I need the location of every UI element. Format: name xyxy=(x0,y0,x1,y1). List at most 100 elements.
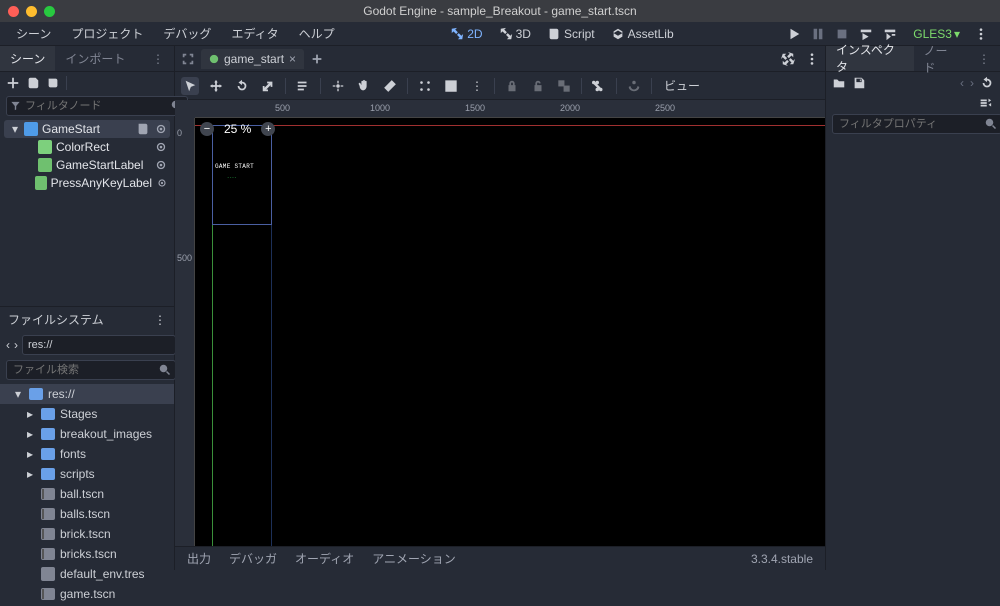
chevron-down-icon: ▾ xyxy=(954,27,960,41)
fs-item-brick-tscn[interactable]: brick.tscn xyxy=(0,524,174,544)
fs-item-fonts[interactable]: ▸fonts xyxy=(0,444,174,464)
add-node-button[interactable] xyxy=(6,76,20,90)
add-scene-tab-button[interactable] xyxy=(310,52,324,66)
scene-node-colorrect[interactable]: ColorRect xyxy=(0,138,174,156)
dock-options-icon[interactable]: ⋮ xyxy=(968,46,1000,71)
menu-project[interactable]: プロジェクト xyxy=(63,23,151,44)
file-search-input[interactable] xyxy=(6,360,176,380)
tab-node[interactable]: ノード xyxy=(914,46,969,71)
anchor-button[interactable] xyxy=(625,77,643,95)
scene-tab-game-start[interactable]: game_start × xyxy=(201,49,304,69)
attach-script-button[interactable] xyxy=(46,76,60,90)
view-menu[interactable]: ビュー xyxy=(660,77,704,94)
path-input[interactable] xyxy=(22,335,176,355)
scene-node-pressanykeylabel[interactable]: PressAnyKeyLabel xyxy=(0,174,174,192)
inspector-filter-input[interactable] xyxy=(832,114,1000,134)
grid-snap-toggle[interactable] xyxy=(442,77,460,95)
game-start-label-preview[interactable]: GAME START xyxy=(215,163,254,170)
fs-item-breakout-images[interactable]: ▸breakout_images xyxy=(0,424,174,444)
menu-debug[interactable]: デバッグ xyxy=(155,23,219,44)
workspace-2d-button[interactable]: 2D xyxy=(444,25,488,43)
close-tab-button[interactable]: × xyxy=(289,52,296,66)
distraction-free-icon[interactable] xyxy=(181,52,195,66)
menu-scene[interactable]: シーン xyxy=(8,23,59,44)
dock-options-icon[interactable]: ⋮ xyxy=(142,46,174,71)
group-button[interactable] xyxy=(555,77,573,95)
rotate-tool[interactable] xyxy=(233,77,251,95)
zoom-out-button[interactable]: − xyxy=(200,122,214,136)
workspace-3d-button[interactable]: 3D xyxy=(493,25,537,43)
game-rect-preview[interactable] xyxy=(212,125,272,225)
canvas-area[interactable]: GAME START ---- xyxy=(195,118,825,546)
fs-item-scripts[interactable]: ▸scripts xyxy=(0,464,174,484)
zoom-value[interactable]: 25 % xyxy=(224,122,251,136)
ruler-vertical: 0500 xyxy=(175,118,195,546)
pivot-tool[interactable] xyxy=(329,77,347,95)
zoom-in-button[interactable]: + xyxy=(261,122,275,136)
scene-node-gamestart[interactable]: ▾GameStart xyxy=(4,120,170,138)
stop-button[interactable] xyxy=(835,27,849,41)
scene-tree[interactable]: ▾GameStartColorRectGameStartLabelPressAn… xyxy=(0,118,174,194)
select-tool[interactable] xyxy=(181,77,199,95)
history-forward-button[interactable]: › xyxy=(970,76,974,90)
list-select-tool[interactable] xyxy=(294,77,312,95)
snap-toggle[interactable] xyxy=(416,77,434,95)
inspector-dock-tabs: インスペクタ ノード ⋮ xyxy=(826,46,1000,72)
menu-help[interactable]: ヘルプ xyxy=(291,23,343,44)
ruler-tool[interactable] xyxy=(381,77,399,95)
pan-tool[interactable] xyxy=(355,77,373,95)
tab-scene[interactable]: シーン xyxy=(0,46,55,71)
scale-tool[interactable] xyxy=(259,77,277,95)
renderer-selector[interactable]: GLES3▾ xyxy=(907,27,966,41)
scene-filter-input[interactable] xyxy=(6,96,188,116)
nav-forward-button[interactable]: › xyxy=(14,337,18,353)
history-back-button[interactable]: ‹ xyxy=(960,76,964,90)
bottom-debugger-tab[interactable]: デバッガ xyxy=(229,550,277,567)
bottom-panel: 出力 デバッガ オーディオ アニメーション 3.3.4.stable xyxy=(175,546,825,570)
play-scene-button[interactable] xyxy=(859,27,873,41)
tab-import[interactable]: インポート xyxy=(55,46,135,71)
fs-item-ball-tscn[interactable]: ball.tscn xyxy=(0,484,174,504)
open-resource-button[interactable] xyxy=(832,76,846,90)
bottom-audio-tab[interactable]: オーディオ xyxy=(295,550,354,567)
canvas-viewport[interactable]: 5001000150020002500 0500 − 25 % + GAME S… xyxy=(175,100,825,546)
fs-item-stages[interactable]: ▸Stages xyxy=(0,404,174,424)
version-label: 3.3.4.stable xyxy=(751,552,813,566)
workspace-script-button[interactable]: Script xyxy=(541,25,601,43)
menu-kebab-icon[interactable] xyxy=(974,27,988,41)
menu-editor[interactable]: エディタ xyxy=(223,23,286,44)
scene-node-gamestartlabel[interactable]: GameStartLabel xyxy=(0,156,174,174)
window-title: Godot Engine - sample_Breakout - game_st… xyxy=(0,4,1000,18)
workspace-assetlib-button[interactable]: AssetLib xyxy=(605,25,680,43)
fs-item-game-tscn[interactable]: game.tscn xyxy=(0,584,174,604)
expand-viewport-button[interactable] xyxy=(781,52,795,66)
bottom-animation-tab[interactable]: アニメーション xyxy=(372,550,456,567)
instance-scene-button[interactable] xyxy=(26,76,40,90)
fs-item-res---[interactable]: ▾res:// xyxy=(0,384,174,404)
tab-inspector[interactable]: インスペクタ xyxy=(826,46,914,71)
save-resource-button[interactable] xyxy=(852,76,866,90)
fs-item-balls-tscn[interactable]: balls.tscn xyxy=(0,504,174,524)
dock-options-icon[interactable]: ⋮ xyxy=(154,313,166,327)
play-button[interactable] xyxy=(787,27,801,41)
pause-button[interactable] xyxy=(811,27,825,41)
bottom-output-tab[interactable]: 出力 xyxy=(187,550,211,567)
fs-item-bricks-tscn[interactable]: bricks.tscn xyxy=(0,544,174,564)
inspector-options-icon[interactable] xyxy=(978,96,992,110)
play-controls xyxy=(781,27,903,41)
move-tool[interactable] xyxy=(207,77,225,95)
snap-options-icon[interactable]: ⋮ xyxy=(468,77,486,95)
zoom-controls: − 25 % + xyxy=(200,122,275,136)
ruler-horizontal: 5001000150020002500 xyxy=(195,100,825,118)
scene-tab-options-icon[interactable] xyxy=(805,52,819,66)
nav-back-button[interactable]: ‹ xyxy=(6,337,10,353)
scene-dock-tabs: シーン インポート ⋮ xyxy=(0,46,174,72)
lock-button[interactable] xyxy=(503,77,521,95)
press-any-key-label-preview[interactable]: ---- xyxy=(227,176,237,180)
play-custom-scene-button[interactable] xyxy=(883,27,897,41)
fs-item-default-env-tres[interactable]: default_env.tres xyxy=(0,564,174,584)
object-history-button[interactable] xyxy=(980,76,994,90)
bone-toggle[interactable] xyxy=(590,77,608,95)
unlock-button[interactable] xyxy=(529,77,547,95)
filesystem-tree[interactable]: ▾res://▸Stages▸breakout_images▸fonts▸scr… xyxy=(0,382,174,606)
